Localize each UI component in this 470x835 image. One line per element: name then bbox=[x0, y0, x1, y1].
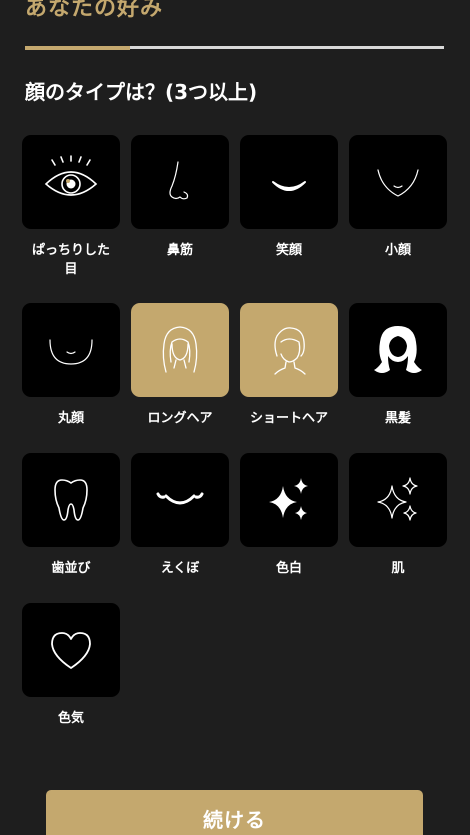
option-label: 笑顔 bbox=[275, 243, 302, 258]
option-tile[interactable] bbox=[240, 303, 338, 397]
option-item[interactable]: 色気 bbox=[22, 603, 120, 728]
continue-button[interactable]: 続ける bbox=[46, 790, 423, 835]
nose-icon bbox=[169, 161, 189, 200]
option-label: 色白 bbox=[275, 561, 302, 576]
option-tile[interactable] bbox=[22, 603, 120, 697]
question-heading: 顔のタイプは？(3つ以上) bbox=[25, 80, 258, 104]
option-tile[interactable] bbox=[240, 453, 338, 547]
option-item[interactable]: 笑顔 bbox=[240, 135, 338, 260]
option-item[interactable]: 色白 bbox=[240, 453, 338, 578]
option-item[interactable]: 歯並び bbox=[22, 453, 120, 578]
tooth-icon bbox=[54, 479, 88, 521]
progress-bar bbox=[25, 45, 444, 50]
option-label: 丸顔 bbox=[57, 411, 84, 426]
option-label: えくぼ bbox=[160, 561, 200, 576]
option-item[interactable]: 丸顔 bbox=[22, 303, 120, 428]
option-tile[interactable] bbox=[240, 135, 338, 229]
option-label: 鼻筋 bbox=[166, 243, 193, 258]
smile-icon bbox=[272, 181, 306, 191]
option-item[interactable]: 小顔 bbox=[349, 135, 447, 260]
option-label: ショートヘア bbox=[249, 411, 328, 426]
round-face-icon bbox=[49, 339, 93, 365]
small-face-icon bbox=[377, 169, 419, 197]
option-tile[interactable] bbox=[349, 303, 447, 397]
option-item[interactable]: ショートヘア bbox=[240, 303, 338, 428]
option-tile[interactable] bbox=[131, 453, 229, 547]
option-tile[interactable] bbox=[22, 453, 120, 547]
option-tile[interactable] bbox=[131, 135, 229, 229]
option-label: 肌 bbox=[391, 561, 405, 576]
eye-icon bbox=[44, 155, 98, 196]
heart-icon bbox=[51, 632, 91, 669]
option-item[interactable]: えくぼ bbox=[131, 453, 229, 578]
option-label: ぱっちりした目 bbox=[31, 243, 110, 277]
option-label: 色気 bbox=[57, 711, 84, 726]
option-label: ロングヘア bbox=[147, 411, 213, 426]
short-hair-icon bbox=[274, 327, 306, 375]
option-label: 黒髪 bbox=[384, 411, 411, 426]
dimple-smile-icon bbox=[156, 492, 204, 505]
option-label: 歯並び bbox=[51, 561, 91, 576]
option-item[interactable]: 黒髪 bbox=[349, 303, 447, 428]
preferences-screen: あなたの好み 顔のタイプは？(3つ以上) ぱっちりした目 鼻筋 笑顔 小顔 丸顔… bbox=[0, 0, 470, 835]
option-label: 小顔 bbox=[384, 243, 411, 258]
black-hair-icon bbox=[374, 326, 422, 373]
option-item[interactable]: 鼻筋 bbox=[131, 135, 229, 260]
sparkle-outline-icon bbox=[377, 477, 418, 521]
option-tile[interactable] bbox=[22, 135, 120, 229]
option-tile[interactable] bbox=[349, 453, 447, 547]
option-tile[interactable] bbox=[131, 303, 229, 397]
progress-bar-fill bbox=[25, 45, 130, 50]
option-item[interactable]: ぱっちりした目 bbox=[22, 135, 120, 279]
option-tile[interactable] bbox=[349, 135, 447, 229]
option-tile[interactable] bbox=[22, 303, 120, 397]
option-item[interactable]: ロングヘア bbox=[131, 303, 229, 428]
page-title: あなたの好み bbox=[25, 0, 164, 21]
option-item[interactable]: 肌 bbox=[349, 453, 447, 578]
sparkle-filled-icon bbox=[269, 478, 308, 520]
long-hair-icon bbox=[162, 326, 198, 373]
